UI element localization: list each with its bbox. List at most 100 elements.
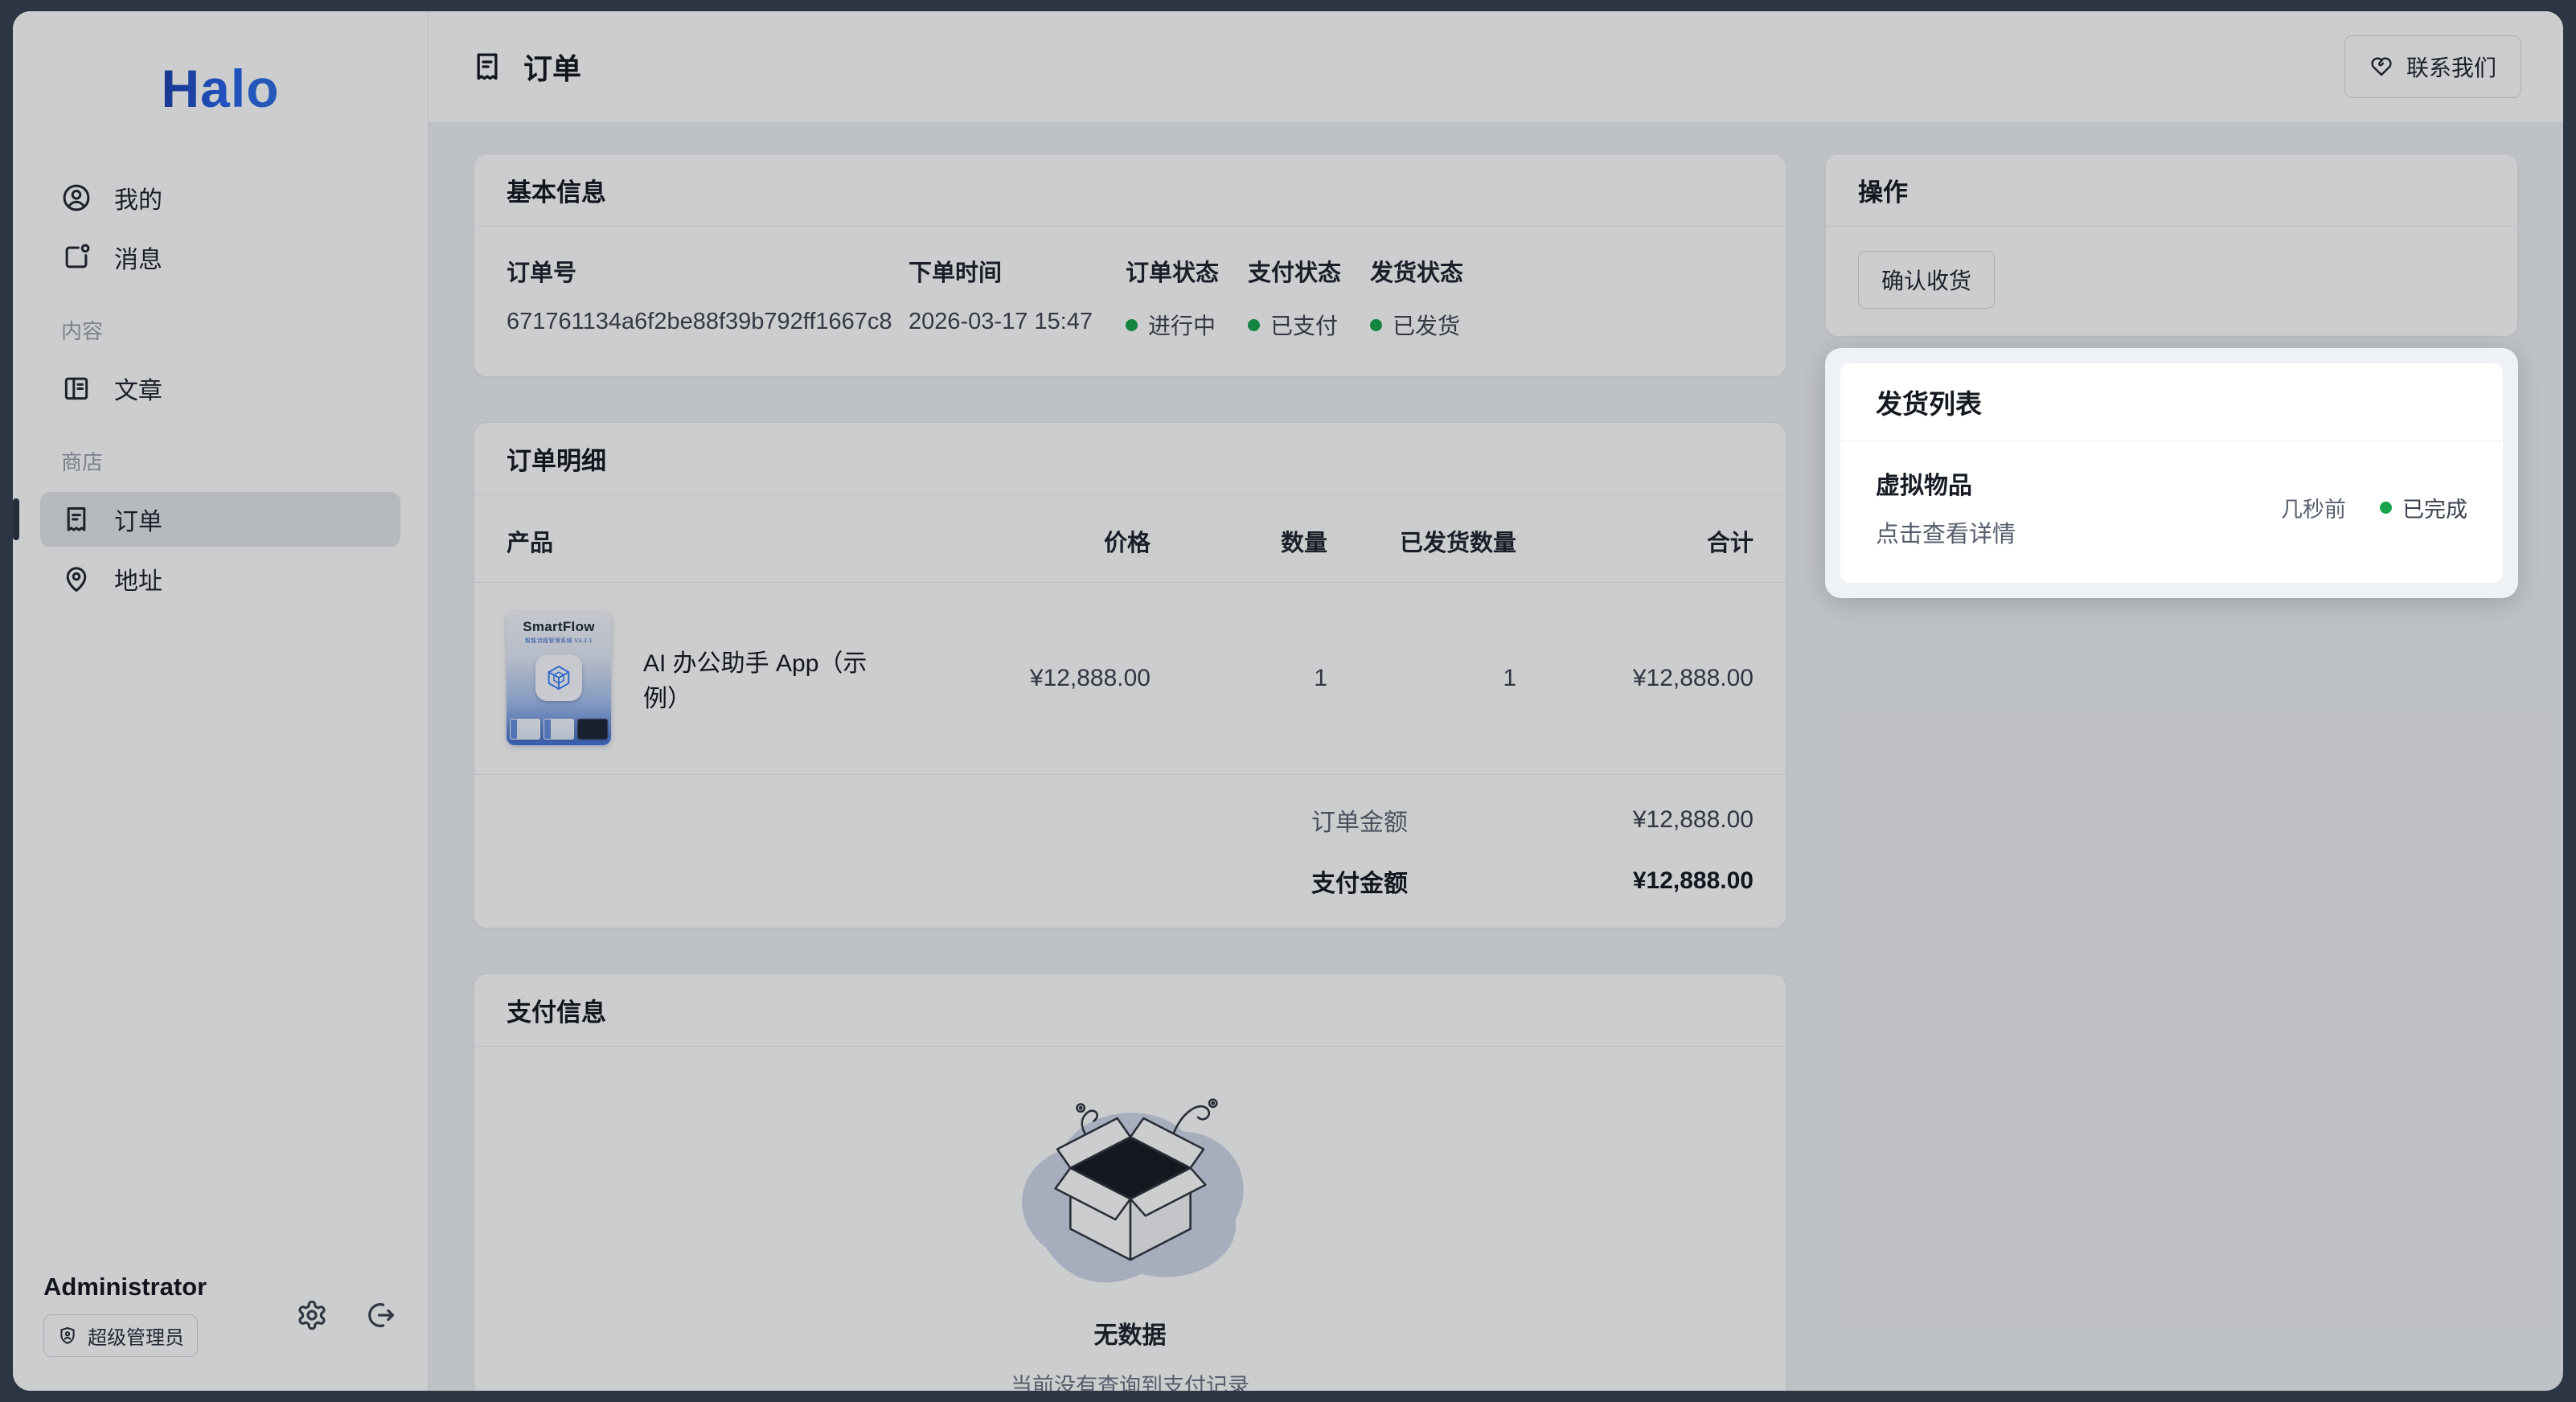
left-column: 基本信息 订单号 671761134a6f2be88f39b792ff1667c… xyxy=(474,154,1786,1391)
screenshot-light xyxy=(510,719,540,740)
status-value: 已发货 xyxy=(1370,309,1492,341)
sidebar-item-label: 我的 xyxy=(114,180,162,215)
confirm-receipt-button[interactable]: 确认收货 xyxy=(1858,251,1995,309)
actions-body: 确认收货 xyxy=(1826,227,2517,336)
thumbnail-title: SmartFlow xyxy=(507,612,611,635)
shipment-item-info: 虚拟物品 点击查看详情 xyxy=(1876,465,2016,549)
sidebar-item-label: 消息 xyxy=(114,240,162,275)
sidebar-spacer xyxy=(13,611,428,1273)
summary-value: ¥12,888.00 xyxy=(1408,806,1754,834)
halo-logo[interactable]: Halo xyxy=(161,58,279,119)
col-quantity: 数量 xyxy=(1151,524,1327,558)
contact-us-button[interactable]: 联系我们 xyxy=(2344,35,2521,98)
empty-state: 无数据 当前没有查询到支付记录 xyxy=(474,1047,1786,1391)
sidebar-item-label: 订单 xyxy=(114,502,162,537)
summary-paid-amount: 支付金额 ¥12,888.00 xyxy=(474,842,1786,928)
circle-user-icon xyxy=(61,182,92,213)
status-text: 已支付 xyxy=(1270,309,1338,341)
col-price: 价格 xyxy=(885,524,1151,558)
thumbnail-app-icon xyxy=(535,654,582,701)
basic-info-body: 订单号 671761134a6f2be88f39b792ff1667c8 下单时… xyxy=(474,227,1786,376)
role-badge-label: 超级管理员 xyxy=(88,1322,184,1350)
sidebar-item-posts[interactable]: 文章 xyxy=(40,361,400,416)
logout-icon[interactable] xyxy=(365,1299,397,1331)
status-text: 已发货 xyxy=(1393,309,1460,341)
receipt-icon xyxy=(470,50,504,84)
screenshot-dark xyxy=(577,719,608,740)
user-name: Administrator xyxy=(43,1273,207,1302)
thumbnail-subtitle: 智能流程管理系统 V3.2.1 xyxy=(507,637,611,645)
basic-info-title: 基本信息 xyxy=(474,154,1786,227)
summary-value: ¥12,888.00 xyxy=(1408,867,1754,895)
tour-spotlight-stage: 发货列表 虚拟物品 点击查看详情 几秒前 已完成 xyxy=(1825,348,2518,598)
sidebar-nav: 我的 消息 内容 文章 商店 订单 地址 xyxy=(13,166,428,611)
cube-logo-icon xyxy=(543,662,575,694)
right-column: 操作 确认收货 发货列表 虚拟物品 点击查看详情 xyxy=(1825,154,2518,598)
cell-quantity: 1 xyxy=(1151,665,1327,692)
product-cell: SmartFlow 智能流程管理系统 V3.2.1 xyxy=(507,612,885,745)
summary-label: 支付金额 xyxy=(1311,863,1408,899)
cell-price: ¥12,888.00 xyxy=(885,665,1151,692)
sidebar-item-address[interactable]: 地址 xyxy=(40,551,400,606)
field-payment-status: 支付状态 已支付 xyxy=(1248,254,1370,341)
sidebar-section-store: 商店 xyxy=(61,446,379,476)
shipment-list-card: 发货列表 虚拟物品 点击查看详情 几秒前 已完成 xyxy=(1840,363,2504,584)
sidebar-item-orders[interactable]: 订单 xyxy=(40,492,400,547)
field-label: 支付状态 xyxy=(1248,254,1370,288)
summary-order-amount: 订单金额 ¥12,888.00 xyxy=(474,775,1786,842)
page-header: 订单 联系我们 xyxy=(429,11,2563,123)
payment-info-title: 支付信息 xyxy=(474,974,1786,1047)
footer-icons xyxy=(296,1299,397,1331)
receipt-icon xyxy=(61,504,92,535)
shipment-list-title: 发货列表 xyxy=(1840,363,2503,441)
shipment-status-text: 已完成 xyxy=(2402,492,2467,523)
cell-total: ¥12,888.00 xyxy=(1516,665,1754,692)
field-shipping-status: 发货状态 已发货 xyxy=(1370,254,1492,341)
content-area: 基本信息 订单号 671761134a6f2be88f39b792ff1667c… xyxy=(429,123,2563,1391)
shipment-item-meta: 几秒前 已完成 xyxy=(2281,492,2467,523)
shield-user-icon xyxy=(57,1326,78,1347)
order-details-card: 订单明细 产品 价格 数量 已发货数量 合计 SmartFlow 智能流程管理系… xyxy=(474,422,1786,929)
field-label: 订单号 xyxy=(507,254,909,288)
message-dot-icon xyxy=(61,242,92,273)
field-value: 2026-03-17 15:47 xyxy=(909,309,1126,335)
sidebar: Halo 我的 消息 内容 文章 商店 订单 地址 xyxy=(13,11,429,1391)
table-row: SmartFlow 智能流程管理系统 V3.2.1 xyxy=(474,583,1786,775)
sidebar-item-messages[interactable]: 消息 xyxy=(40,230,400,285)
field-order-status: 订单状态 进行中 xyxy=(1126,254,1248,341)
actions-card: 操作 确认收货 xyxy=(1825,154,2518,337)
cell-shipped-quantity: 1 xyxy=(1327,665,1516,692)
page-title-text: 订单 xyxy=(523,46,581,88)
field-order-time: 下单时间 2026-03-17 15:47 xyxy=(909,254,1126,341)
payment-info-card: 支付信息 xyxy=(474,974,1786,1391)
status-text: 进行中 xyxy=(1148,309,1216,341)
status-dot-green xyxy=(1248,319,1260,331)
col-total: 合计 xyxy=(1516,524,1754,558)
settings-gear-icon[interactable] xyxy=(296,1299,328,1331)
role-badge: 超级管理员 xyxy=(43,1314,198,1357)
sidebar-item-label: 文章 xyxy=(114,371,162,406)
field-order-number: 订单号 671761134a6f2be88f39b792ff1667c8 xyxy=(507,254,909,341)
thumbnail-screenshots xyxy=(507,719,611,740)
sidebar-item-my[interactable]: 我的 xyxy=(40,170,400,225)
notebook-icon xyxy=(61,373,92,404)
shipment-item-row[interactable]: 虚拟物品 点击查看详情 几秒前 已完成 xyxy=(1840,441,2503,583)
app-window: Halo 我的 消息 内容 文章 商店 订单 地址 xyxy=(13,11,2563,1391)
heart-handshake-icon xyxy=(2369,55,2393,79)
page-title: 订单 xyxy=(470,46,581,88)
product-name[interactable]: AI 办公助手 App（示例） xyxy=(643,643,885,714)
field-label: 下单时间 xyxy=(909,254,1126,288)
shipment-status: 已完成 xyxy=(2380,492,2467,523)
summary-label: 订单金额 xyxy=(1311,802,1408,838)
shipment-item-description[interactable]: 点击查看详情 xyxy=(1876,515,2016,549)
col-product: 产品 xyxy=(507,524,885,558)
map-pin-icon xyxy=(61,564,92,594)
table-header: 产品 价格 数量 已发货数量 合计 xyxy=(474,495,1786,583)
actions-title: 操作 xyxy=(1826,154,2517,227)
contact-us-label: 联系我们 xyxy=(2406,51,2496,83)
empty-state-description: 当前没有查询到支付记录 xyxy=(1011,1368,1249,1391)
status-value: 进行中 xyxy=(1126,309,1248,341)
status-dot-green xyxy=(2380,502,2392,514)
user-block[interactable]: Administrator 超级管理员 xyxy=(43,1273,207,1357)
logo-row: Halo xyxy=(13,11,428,166)
